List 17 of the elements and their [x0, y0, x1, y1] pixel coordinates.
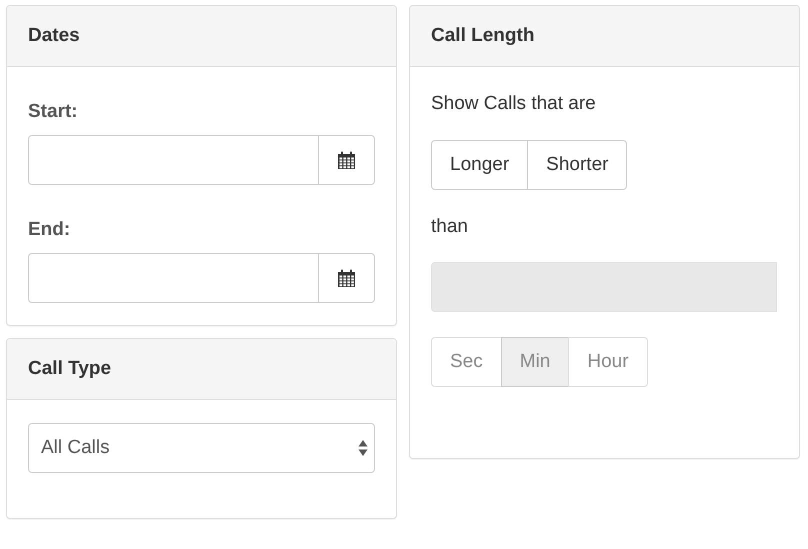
sort-icon	[358, 439, 368, 457]
direction-button[interactable]: Shorter	[527, 140, 628, 190]
calendar-button[interactable]	[319, 253, 375, 303]
connector-text: than	[431, 216, 468, 238]
call-type-select[interactable]: All Calls	[28, 423, 375, 473]
field-label: End:	[28, 219, 72, 241]
direction-button[interactable]: Longer	[431, 140, 528, 190]
panel-title: Dates	[28, 25, 80, 47]
calendar-icon	[337, 150, 356, 170]
date-field[interactable]	[28, 135, 319, 185]
calendar-icon	[337, 268, 356, 288]
panel-title: Call Length	[431, 25, 534, 47]
intro-text: Show Calls that are	[431, 93, 596, 115]
field-label: Start:	[28, 101, 79, 123]
calendar-button[interactable]	[319, 135, 375, 185]
date-field[interactable]	[28, 253, 319, 303]
panel-title: Call Type	[28, 358, 112, 380]
